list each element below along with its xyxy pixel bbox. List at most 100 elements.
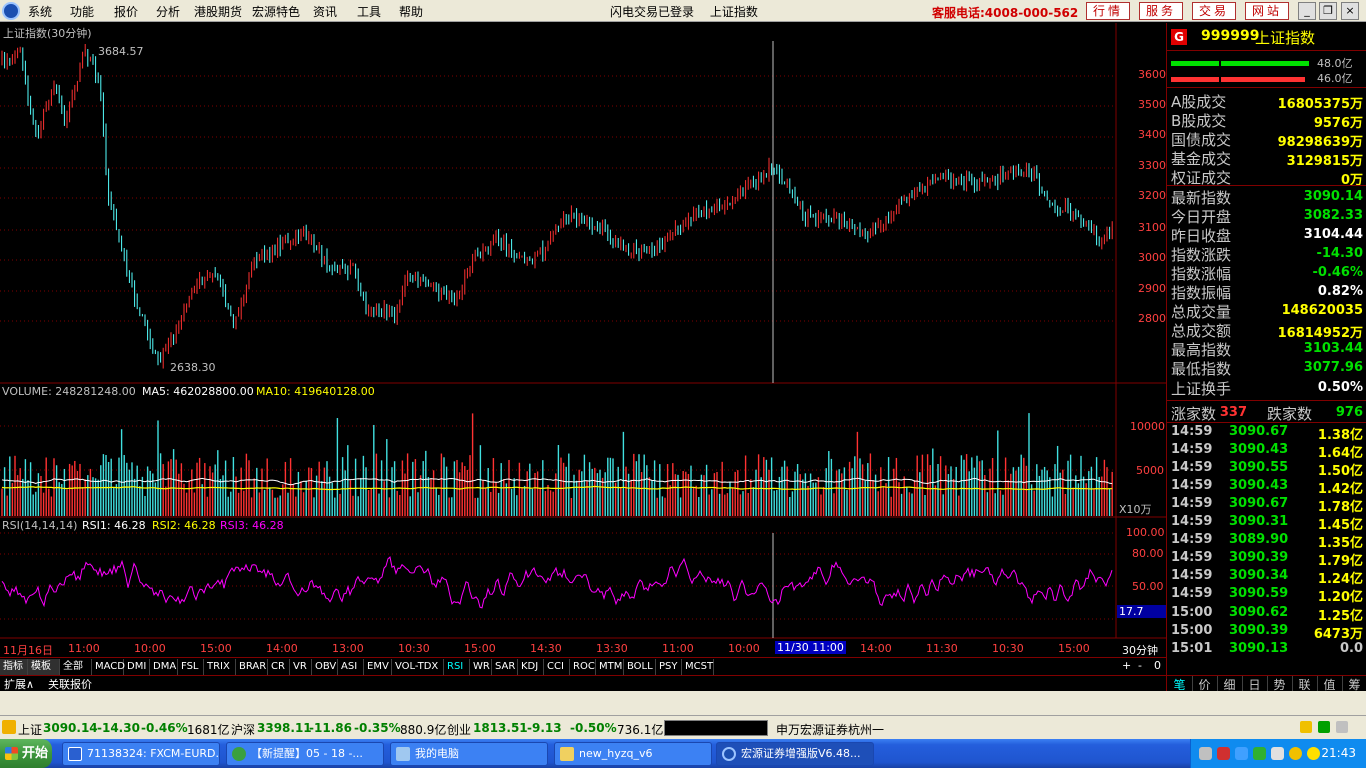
- start-label: 开始: [22, 746, 49, 761]
- extension-bar: 扩展∧ 关联报价: [0, 675, 1166, 691]
- menu-help[interactable]: 帮助: [399, 3, 423, 20]
- indicator-tab-sar[interactable]: SAR: [492, 659, 518, 675]
- indicator-tab-mcst[interactable]: MCST: [682, 659, 714, 675]
- tray-status-icon[interactable]: [1300, 721, 1312, 733]
- candles: [1, 44, 1113, 369]
- indicator-tab-cci[interactable]: CCI: [544, 659, 570, 675]
- tick-vol: 1.35亿: [1317, 536, 1363, 552]
- menu-analysis[interactable]: 分析: [156, 3, 180, 20]
- status-icon: [2, 720, 16, 734]
- price-tick: 2900: [1138, 282, 1166, 295]
- tick-time: 14:59: [1171, 586, 1213, 602]
- security-icon[interactable]: [1253, 747, 1266, 760]
- indicator-tab-psy[interactable]: PSY: [656, 659, 682, 675]
- stat-value: 3082.33: [1303, 207, 1363, 223]
- indicator-tab-vol-tdx[interactable]: VOL-TDX: [392, 659, 444, 675]
- start-button[interactable]: 开始: [0, 739, 52, 768]
- stat-label: 指数涨幅: [1171, 264, 1232, 283]
- expand-button[interactable]: 扩展∧: [4, 676, 34, 692]
- task-reminder[interactable]: 【新提醒】05 - 18 -...: [226, 742, 384, 766]
- cy-index: 1813.51: [473, 721, 528, 735]
- update-icon[interactable]: [1307, 747, 1320, 760]
- add-indicator-button[interactable]: +: [1122, 659, 1131, 672]
- clock: 21:43: [1321, 746, 1356, 760]
- indicator-tab-dma[interactable]: DMA: [150, 659, 178, 675]
- trade-button[interactable]: 交易: [1192, 2, 1236, 20]
- task-hongyuan[interactable]: 宏源证券增强版V6.48...: [716, 742, 874, 766]
- menu-bar: 系统 功能 报价 分析 港股期货 宏源特色 资讯 工具 帮助 闪电交易已登录 上…: [0, 0, 1366, 22]
- volume-ma5: MA5: 462028800.00: [142, 385, 254, 398]
- remove-indicator-button[interactable]: -: [1138, 659, 1142, 672]
- tick-time: 14:59: [1171, 424, 1213, 439]
- indicator-tab-dmi[interactable]: DMI: [124, 659, 150, 675]
- tick-row: 14:59 3089.90 1.35亿: [1167, 532, 1365, 552]
- indicator-tab-fsl[interactable]: FSL: [178, 659, 204, 675]
- indicator-tab-macd[interactable]: MACD: [92, 659, 125, 675]
- quote-button[interactable]: 行情: [1086, 2, 1130, 20]
- indicator-tab-rsi[interactable]: RSI: [444, 659, 470, 675]
- indicator-tab-mtm[interactable]: MTM: [596, 659, 624, 675]
- indicator-tab-emv[interactable]: EMV: [364, 659, 392, 675]
- indicator-tab-模板[interactable]: 模板: [28, 659, 60, 675]
- sell-volume: 46.0亿: [1317, 72, 1353, 85]
- indicator-tab-wr[interactable]: WR: [470, 659, 492, 675]
- time-tick: 10:00: [728, 642, 760, 655]
- tick-row: 14:59 3090.59 1.20亿: [1167, 586, 1365, 605]
- indicator-tab-roc[interactable]: ROC: [570, 659, 596, 675]
- task-my-computer-label: 我的电脑: [415, 747, 459, 760]
- sell-bar-right: [1221, 77, 1305, 82]
- menu-hk-futures[interactable]: 港股期货: [194, 3, 242, 20]
- indicator-tab-全部[interactable]: 全部: [60, 659, 92, 675]
- indicator-tab-obv[interactable]: OBV: [312, 659, 338, 675]
- messenger-icon[interactable]: [1289, 747, 1302, 760]
- tick-price: 3090.62: [1229, 604, 1289, 620]
- menu-hongyuan[interactable]: 宏源特色: [252, 3, 300, 20]
- chart-area[interactable]: 上证指数(30分钟) 3684.57 2638.30 3600 3500 3400 3…: [0, 23, 1166, 657]
- keyboard-icon[interactable]: [1199, 747, 1212, 760]
- volume-label: VOLUME: 248281248.00: [2, 385, 136, 398]
- volume-icon[interactable]: [1271, 747, 1284, 760]
- task-fxcm[interactable]: 71138324: FXCM-EURD...: [62, 742, 220, 766]
- indicator-tab-boll[interactable]: BOLL: [624, 659, 656, 675]
- website-button[interactable]: 网站: [1245, 2, 1289, 20]
- stat-label: 总成交量: [1171, 303, 1232, 322]
- stat-label: 昨日收盘: [1171, 226, 1232, 245]
- reset-indicator-button[interactable]: 0: [1154, 659, 1161, 672]
- security-code: 999999: [1201, 28, 1260, 44]
- advance-decline-row: 涨家数 337 跌家数 976: [1167, 403, 1365, 423]
- price-tick: 2800: [1138, 312, 1166, 325]
- menu-system[interactable]: 系统: [28, 3, 52, 20]
- indicator-tab-brar[interactable]: BRAR: [236, 659, 268, 675]
- stat-label: 上证换手: [1171, 379, 1232, 398]
- indicator-tab-kdj[interactable]: KDJ: [518, 659, 544, 675]
- task-my-computer[interactable]: 我的电脑: [390, 742, 548, 766]
- menu-news[interactable]: 资讯: [313, 3, 337, 20]
- service-button[interactable]: 服务: [1139, 2, 1183, 20]
- indicator-tab-asi[interactable]: ASI: [338, 659, 364, 675]
- menu-quote[interactable]: 报价: [114, 3, 138, 20]
- stat-row: 总成交量 148620035: [1167, 301, 1365, 322]
- task-folder[interactable]: new_hyzq_v6: [554, 742, 712, 766]
- price-tick: 3100: [1138, 221, 1166, 234]
- network-icon[interactable]: [1235, 747, 1248, 760]
- menu-tools[interactable]: 工具: [357, 3, 381, 20]
- indicator-tab-trix[interactable]: TRIX: [204, 659, 236, 675]
- settings-icon[interactable]: [1336, 721, 1348, 733]
- sz-change: -11.86: [309, 721, 352, 735]
- menu-function[interactable]: 功能: [70, 3, 94, 20]
- tick-time: 14:59: [1171, 514, 1213, 530]
- stat-value: 3103.44: [1303, 341, 1363, 357]
- minimize-button[interactable]: _: [1298, 2, 1316, 20]
- connection-icon[interactable]: [1318, 721, 1330, 733]
- tick-vol: 1.24亿: [1317, 572, 1363, 588]
- period-selector[interactable]: 30分钟: [1122, 642, 1158, 658]
- related-quotes-button[interactable]: 关联报价: [48, 676, 92, 692]
- indicator-tab-指标[interactable]: 指标: [0, 659, 28, 675]
- close-button[interactable]: ×: [1341, 2, 1359, 20]
- restore-button[interactable]: ❐: [1319, 2, 1337, 20]
- tick-price: 3090.59: [1229, 586, 1289, 602]
- kline-chart[interactable]: [0, 23, 1166, 657]
- indicator-tab-cr[interactable]: CR: [268, 659, 290, 675]
- indicator-tab-vr[interactable]: VR: [290, 659, 312, 675]
- flag-icon[interactable]: [1217, 747, 1230, 760]
